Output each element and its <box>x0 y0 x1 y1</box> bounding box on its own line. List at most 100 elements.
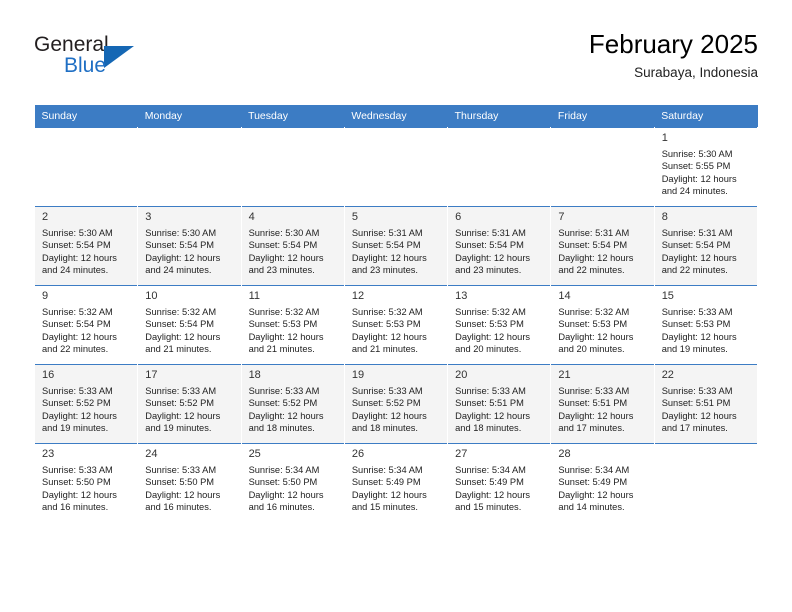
sunset-text: Sunset: 5:50 PM <box>145 477 215 488</box>
daylight-text-line1: Daylight: 12 hours <box>248 252 324 263</box>
day-number: 28 <box>558 448 571 460</box>
sunset-text: Sunset: 5:49 PM <box>351 477 421 488</box>
daylight-text-line2: and 24 minutes. <box>145 265 212 276</box>
calendar-day-cell[interactable]: 23 Sunrise: 5:33 AM Sunset: 5:50 PM Dayligh… <box>33 443 139 522</box>
calendar-day-cell[interactable]: 11 Sunrise: 5:32 AM Sunset: 5:53 PM Dayligh… <box>240 285 345 365</box>
day-sun-info: Sunrise: 5:33 AM Sunset: 5:50 PM Daylight:… <box>138 463 240 514</box>
sunset-text: Sunset: 5:49 PM <box>558 477 628 488</box>
calendar-day-cell[interactable]: 18 Sunrise: 5:33 AM Sunset: 5:52 PM Dayligh… <box>240 364 345 444</box>
daylight-text-line2: and 16 minutes. <box>145 502 212 513</box>
calendar-body: 1 Sunrise: 5:30 AM Sunset: 5:55 PM Daylight… <box>33 127 759 522</box>
sunset-text: Sunset: 5:49 PM <box>455 477 524 488</box>
calendar-day-cell[interactable]: 2 Sunrise: 5:30 AM Sunset: 5:54 PM Daylight… <box>33 206 139 286</box>
calendar-day-cell[interactable]: 20 Sunrise: 5:33 AM Sunset: 5:51 PM Dayligh… <box>447 364 552 444</box>
calendar-day-cell[interactable]: 19 Sunrise: 5:33 AM Sunset: 5:52 PM Dayligh… <box>343 364 449 444</box>
calendar-day-cell-empty <box>33 127 139 207</box>
sunrise-text: Sunrise: 5:32 AM <box>558 307 630 317</box>
calendar-day-cell[interactable]: 14 Sunrise: 5:32 AM Sunset: 5:53 PM Dayligh… <box>550 285 655 365</box>
day-sun-info: Sunrise: 5:33 AM Sunset: 5:51 PM Daylight:… <box>655 384 757 435</box>
calendar-day-cell-empty <box>137 127 242 207</box>
calendar-week-row: 23 Sunrise: 5:33 AM Sunset: 5:50 PM Dayligh… <box>33 443 759 522</box>
sunset-text: Sunset: 5:54 PM <box>248 240 318 251</box>
day-number: 25 <box>248 448 261 460</box>
calendar-day-cell[interactable]: 25 Sunrise: 5:34 AM Sunset: 5:50 PM Dayligh… <box>240 443 345 522</box>
calendar-day-cell-empty <box>550 127 655 207</box>
daylight-text-line2: and 20 minutes. <box>558 344 625 355</box>
day-sun-info: Sunrise: 5:31 AM Sunset: 5:54 PM Daylight:… <box>655 226 757 277</box>
sunset-text: Sunset: 5:54 PM <box>145 319 215 330</box>
day-sun-info: Sunrise: 5:30 AM Sunset: 5:54 PM Daylight:… <box>138 226 240 277</box>
day-number: 16 <box>42 369 55 381</box>
sunset-text: Sunset: 5:52 PM <box>248 398 318 409</box>
day-sun-info: Sunrise: 5:34 AM Sunset: 5:49 PM Daylight:… <box>551 463 653 514</box>
general-blue-logo[interactable]: General Blue <box>34 33 234 89</box>
sunset-text: Sunset: 5:54 PM <box>42 319 111 330</box>
calendar-day-cell[interactable]: 24 Sunrise: 5:33 AM Sunset: 5:50 PM Dayligh… <box>137 443 242 522</box>
day-sun-info: Sunrise: 5:30 AM Sunset: 5:54 PM Daylight:… <box>242 226 344 277</box>
calendar-week-row: 16 Sunrise: 5:33 AM Sunset: 5:52 PM Dayligh… <box>33 364 759 444</box>
daylight-text-line1: Daylight: 12 hours <box>351 410 427 421</box>
calendar-day-cell[interactable]: 12 Sunrise: 5:32 AM Sunset: 5:53 PM Dayligh… <box>343 285 449 365</box>
sunrise-text: Sunrise: 5:34 AM <box>248 465 320 475</box>
calendar-day-cell-empty <box>447 127 552 207</box>
calendar-day-cell[interactable]: 8 Sunrise: 5:31 AM Sunset: 5:54 PM Daylight… <box>653 206 759 286</box>
calendar-week-row: 1 Sunrise: 5:30 AM Sunset: 5:55 PM Daylight… <box>33 127 759 207</box>
sunrise-text: Sunrise: 5:31 AM <box>351 228 423 238</box>
calendar-day-cell[interactable]: 22 Sunrise: 5:33 AM Sunset: 5:51 PM Dayligh… <box>653 364 759 444</box>
sunset-text: Sunset: 5:50 PM <box>248 477 318 488</box>
weekday-header-tuesday: Tuesday <box>241 105 345 128</box>
day-number: 20 <box>455 369 468 381</box>
calendar-day-cell[interactable]: 28 Sunrise: 5:34 AM Sunset: 5:49 PM Dayligh… <box>550 443 655 522</box>
daylight-text-line1: Daylight: 12 hours <box>145 331 221 342</box>
daylight-text-line1: Daylight: 12 hours <box>351 252 427 263</box>
sunset-text: Sunset: 5:53 PM <box>248 319 318 330</box>
daylight-text-line2: and 17 minutes. <box>661 423 728 434</box>
day-sun-info: Sunrise: 5:30 AM Sunset: 5:55 PM Daylight:… <box>655 147 757 198</box>
weekday-header-saturday: Saturday <box>654 105 758 128</box>
calendar-day-cell[interactable]: 5 Sunrise: 5:31 AM Sunset: 5:54 PM Daylight… <box>343 206 449 286</box>
weekday-header-friday: Friday <box>550 105 655 128</box>
calendar-day-cell[interactable]: 16 Sunrise: 5:33 AM Sunset: 5:52 PM Dayligh… <box>33 364 139 444</box>
day-sun-info: Sunrise: 5:34 AM Sunset: 5:50 PM Daylight:… <box>242 463 344 514</box>
calendar-day-cell[interactable]: 27 Sunrise: 5:34 AM Sunset: 5:49 PM Dayligh… <box>447 443 552 522</box>
day-sun-info: Sunrise: 5:31 AM Sunset: 5:54 PM Daylight:… <box>448 226 550 277</box>
daylight-text-line1: Daylight: 12 hours <box>558 410 634 421</box>
calendar-day-cell[interactable]: 7 Sunrise: 5:31 AM Sunset: 5:54 PM Daylight… <box>550 206 655 286</box>
sunset-text: Sunset: 5:54 PM <box>661 240 731 251</box>
sunrise-text: Sunrise: 5:32 AM <box>145 307 217 317</box>
day-number: 17 <box>145 369 158 381</box>
day-sun-info: Sunrise: 5:31 AM Sunset: 5:54 PM Daylight:… <box>345 226 447 277</box>
calendar-day-cell[interactable]: 15 Sunrise: 5:33 AM Sunset: 5:53 PM Dayligh… <box>653 285 759 365</box>
calendar-day-cell-empty <box>240 127 345 207</box>
calendar-day-cell[interactable]: 13 Sunrise: 5:32 AM Sunset: 5:53 PM Dayligh… <box>447 285 552 365</box>
calendar-day-cell[interactable]: 6 Sunrise: 5:31 AM Sunset: 5:54 PM Daylight… <box>447 206 552 286</box>
daylight-text-line1: Daylight: 12 hours <box>455 410 531 421</box>
daylight-text-line2: and 22 minutes. <box>42 344 109 355</box>
sunset-text: Sunset: 5:54 PM <box>455 240 524 251</box>
day-sun-info: Sunrise: 5:33 AM Sunset: 5:53 PM Daylight:… <box>655 305 757 356</box>
calendar-day-cell[interactable]: 21 Sunrise: 5:33 AM Sunset: 5:51 PM Dayligh… <box>550 364 655 444</box>
daylight-text-line1: Daylight: 12 hours <box>248 410 324 421</box>
daylight-text-line1: Daylight: 12 hours <box>248 489 324 500</box>
weekday-header-sunday: Sunday <box>34 105 138 128</box>
calendar-day-cell[interactable]: 9 Sunrise: 5:32 AM Sunset: 5:54 PM Daylight… <box>33 285 139 365</box>
weekday-header-thursday: Thursday <box>447 105 551 128</box>
day-sun-info: Sunrise: 5:32 AM Sunset: 5:53 PM Daylight:… <box>242 305 344 356</box>
calendar-day-cell[interactable]: 17 Sunrise: 5:33 AM Sunset: 5:52 PM Dayligh… <box>137 364 242 444</box>
daylight-text-line2: and 16 minutes. <box>248 502 315 513</box>
calendar-day-cell[interactable]: 3 Sunrise: 5:30 AM Sunset: 5:54 PM Daylight… <box>137 206 242 286</box>
sunrise-text: Sunrise: 5:34 AM <box>558 465 630 475</box>
day-number: 9 <box>42 290 49 302</box>
daylight-text-line2: and 19 minutes. <box>145 423 212 434</box>
sunset-text: Sunset: 5:51 PM <box>455 398 524 409</box>
day-number: 22 <box>661 369 674 381</box>
day-sun-info: Sunrise: 5:33 AM Sunset: 5:51 PM Daylight:… <box>448 384 550 435</box>
calendar-day-cell[interactable]: 4 Sunrise: 5:30 AM Sunset: 5:54 PM Daylight… <box>240 206 345 286</box>
sunrise-text: Sunrise: 5:34 AM <box>455 465 526 475</box>
calendar-day-cell[interactable]: 26 Sunrise: 5:34 AM Sunset: 5:49 PM Dayligh… <box>343 443 449 522</box>
calendar-day-cell[interactable]: 1 Sunrise: 5:30 AM Sunset: 5:55 PM Daylight… <box>653 127 759 207</box>
calendar-day-cell[interactable]: 10 Sunrise: 5:32 AM Sunset: 5:54 PM Dayligh… <box>137 285 242 365</box>
sunrise-text: Sunrise: 5:32 AM <box>351 307 423 317</box>
sunrise-text: Sunrise: 5:32 AM <box>248 307 320 317</box>
daylight-text-line1: Daylight: 12 hours <box>145 489 221 500</box>
